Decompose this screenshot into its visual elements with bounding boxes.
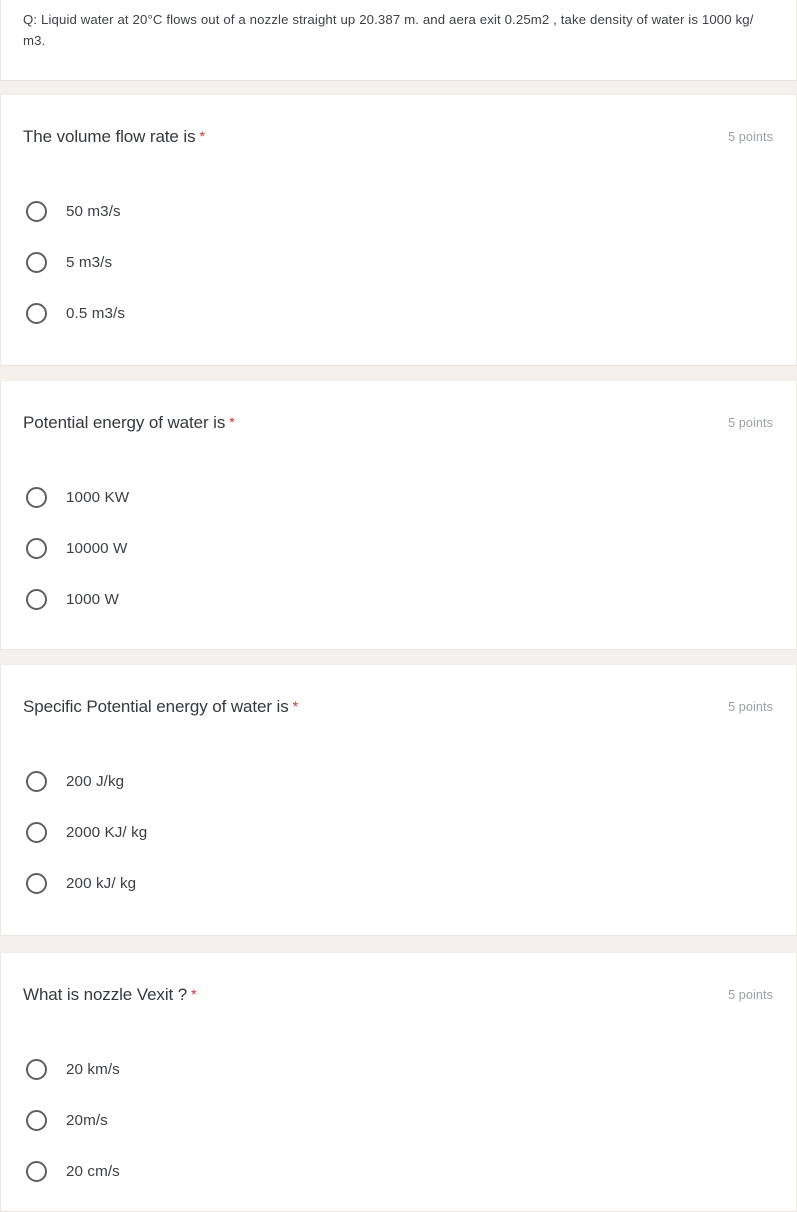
option-label[interactable]: 1000 W (66, 590, 119, 610)
option-label[interactable]: 1000 KW (66, 488, 129, 508)
question-description-card: Q: Liquid water at 20°C flows out of a n… (0, 0, 797, 81)
radio-button-icon[interactable] (26, 303, 47, 324)
radio-button-icon[interactable] (26, 771, 47, 792)
option-row[interactable]: 5 m3/s (1, 237, 796, 288)
option-row[interactable]: 200 kJ/ kg (1, 858, 796, 909)
question-header-4: What is nozzle Vexit ? * 5 points (1, 953, 796, 1017)
options-group-2[interactable]: 1000 KW 10000 W 1000 W (1, 445, 796, 625)
radio-button-icon[interactable] (26, 1059, 47, 1080)
radio-button-icon[interactable] (26, 822, 47, 843)
option-label[interactable]: 2000 KJ/ kg (66, 823, 147, 843)
radio-button-icon[interactable] (26, 487, 47, 508)
radio-button-icon[interactable] (26, 1161, 47, 1182)
question-points-4: 5 points (728, 988, 773, 1002)
question-title-3: Specific Potential energy of water is (23, 697, 289, 716)
option-row[interactable]: 20m/s (1, 1095, 796, 1146)
option-label[interactable]: 5 m3/s (66, 253, 112, 273)
question-points-1: 5 points (728, 130, 773, 144)
option-row[interactable]: 200 J/kg (1, 756, 796, 807)
required-asterisk-2: * (229, 414, 235, 430)
form-page: Q: Liquid water at 20°C flows out of a n… (0, 0, 797, 1212)
options-group-1[interactable]: 50 m3/s 5 m3/s 0.5 m3/s (1, 159, 796, 339)
question-card-2: Potential energy of water is * 5 points 1… (0, 380, 797, 650)
question-card-3: Specific Potential energy of water is * 5… (0, 664, 797, 936)
radio-button-icon[interactable] (26, 252, 47, 273)
radio-button-icon[interactable] (26, 201, 47, 222)
question-points-3: 5 points (728, 700, 773, 714)
question-header-3: Specific Potential energy of water is * 5… (1, 665, 796, 729)
question-card-1: The volume flow rate is * 5 points 50 m3/… (0, 94, 797, 366)
question-description-text: Q: Liquid water at 20°C flows out of a n… (23, 12, 754, 48)
options-group-3[interactable]: 200 J/kg 2000 KJ/ kg 200 kJ/ kg (1, 729, 796, 909)
options-group-4[interactable]: 20 km/s 20m/s 20 cm/s (1, 1017, 796, 1197)
option-label[interactable]: 0.5 m3/s (66, 304, 125, 324)
option-row[interactable]: 0.5 m3/s (1, 288, 796, 339)
question-card-4: What is nozzle Vexit ? * 5 points 20 km/s… (0, 952, 797, 1212)
option-row[interactable]: 20 cm/s (1, 1146, 796, 1197)
option-row[interactable]: 20 km/s (1, 1044, 796, 1095)
question-header-2: Potential energy of water is * 5 points (1, 381, 796, 445)
required-asterisk-3: * (292, 698, 299, 714)
radio-button-icon[interactable] (26, 873, 47, 894)
required-asterisk-1: * (199, 128, 205, 144)
question-title-1: The volume flow rate is (23, 127, 196, 146)
question-title-4: What is nozzle Vexit ? (23, 985, 188, 1004)
radio-button-icon[interactable] (26, 589, 47, 610)
option-label[interactable]: 20 cm/s (66, 1162, 120, 1182)
option-row[interactable]: 2000 KJ/ kg (1, 807, 796, 858)
question-header-1: The volume flow rate is * 5 points (1, 95, 796, 159)
option-label[interactable]: 20 km/s (66, 1060, 120, 1080)
required-asterisk-4: * (191, 986, 197, 1002)
radio-button-icon[interactable] (26, 1110, 47, 1131)
option-row[interactable]: 50 m3/s (1, 186, 796, 237)
option-label[interactable]: 200 kJ/ kg (66, 874, 136, 894)
option-label[interactable]: 50 m3/s (66, 202, 121, 222)
option-label[interactable]: 20m/s (66, 1111, 108, 1131)
question-points-2: 5 points (728, 416, 773, 430)
question-title-2: Potential energy of water is (23, 413, 226, 432)
option-label[interactable]: 200 J/kg (66, 772, 124, 792)
option-row[interactable]: 1000 KW (1, 472, 796, 523)
option-row[interactable]: 1000 W (1, 574, 796, 625)
option-label[interactable]: 10000 W (66, 539, 128, 559)
radio-button-icon[interactable] (26, 538, 47, 559)
option-row[interactable]: 10000 W (1, 523, 796, 574)
